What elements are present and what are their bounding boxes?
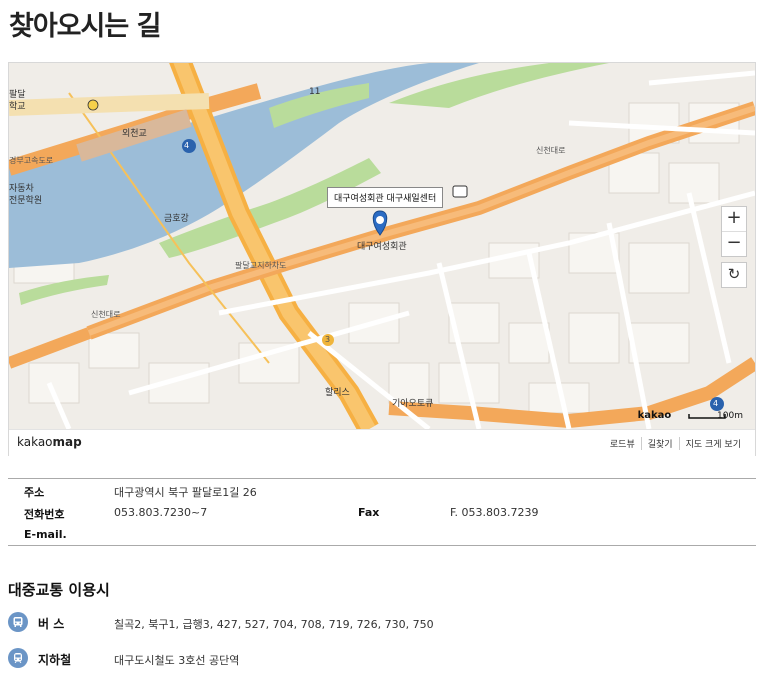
map-label-route-4b: 4 — [713, 399, 719, 408]
zoom-control: + − — [721, 206, 747, 257]
map-scale: kakao 100m — [638, 410, 743, 421]
map-label-bridge: 외천교 — [122, 129, 147, 139]
phone-value: 053.803.7230~7 — [114, 506, 208, 519]
info-row-phone: 전화번호 053.803.7230~7 Fax F. 053.803.7239 — [8, 501, 756, 523]
address-label: 주소 — [24, 486, 45, 499]
address-value: 대구광역시 북구 팔달로1길 26 — [114, 486, 257, 499]
map-canvas[interactable]: 11 금호강 외천교 신천대로 신천대로 경부고속도로 팔달 학교 자동차 전문… — [9, 63, 755, 429]
marker-info-bubble[interactable]: 대구여성회관 대구새일센터 — [327, 187, 444, 208]
map-label-expressway: 경부고속도로 — [9, 156, 54, 165]
view-larger-map-link[interactable]: 지도 크게 보기 — [678, 437, 747, 450]
subway-label: 지하철 — [38, 653, 72, 667]
directions-link[interactable]: 길찾기 — [640, 437, 679, 450]
map-label-road-paldal: 팔달교지하차도 — [235, 261, 287, 270]
contact-info-table: 주소 대구광역시 북구 팔달로1길 26 전화번호 053.803.7230~7… — [8, 478, 756, 546]
info-row-address: 주소 대구광역시 북구 팔달로1길 26 — [8, 479, 756, 501]
map-label-hallis[interactable]: 할리스 — [325, 385, 350, 398]
scale-brand: kakao — [637, 410, 672, 421]
marker-place-label[interactable]: 대구여성회관 — [357, 239, 407, 252]
email-label: E-mail. — [24, 528, 67, 541]
map-footer: kakaomap 로드뷰 길찾기 지도 크게 보기 — [9, 429, 755, 456]
transit-section-title: 대중교통 이용시 — [8, 581, 110, 599]
zoom-in-button[interactable]: + — [722, 207, 746, 231]
scale-distance: 100m — [717, 411, 743, 421]
bus-label: 버 스 — [38, 617, 65, 631]
map-label-kia[interactable]: 기아오토큐 — [392, 396, 433, 409]
info-row-email: E-mail. — [8, 523, 756, 545]
map-label-route-4a: 4 — [184, 141, 190, 150]
fax-label: Fax — [358, 506, 380, 519]
phone-label: 전화번호 — [24, 508, 65, 521]
logo-bold-text: map — [52, 435, 82, 449]
logo-plain-text: kakao — [17, 435, 53, 449]
map-footer-links: 로드뷰 길찾기 지도 크게 보기 — [604, 437, 747, 450]
bus-routes: 칠곡2, 북구1, 급행3, 427, 527, 704, 708, 719, … — [114, 618, 434, 631]
reset-map-button[interactable]: ↻ — [721, 262, 747, 288]
subway-line: 대구도시철도 3호선 공단역 — [114, 654, 240, 667]
map-label-river: 금호강 — [164, 214, 189, 224]
bus-icon — [8, 612, 28, 632]
map-container[interactable]: 11 금호강 외천교 신천대로 신천대로 경부고속도로 팔달 학교 자동차 전문… — [8, 62, 756, 456]
map-label-road-sincheon-top: 신천대로 — [536, 146, 566, 155]
subway-icon — [8, 648, 28, 668]
page-title: 찾아오시는 길 — [9, 11, 161, 42]
map-label-route-11: 11 — [309, 87, 321, 97]
map-label-road-sincheon-left: 신천대로 — [91, 310, 121, 319]
map-label-school-b: 학교 — [9, 102, 26, 112]
map-label-auto-b: 전문학원 — [9, 196, 43, 206]
zoom-out-button[interactable]: − — [722, 231, 746, 256]
fax-value: F. 053.803.7239 — [450, 506, 539, 519]
roadview-link[interactable]: 로드뷰 — [604, 437, 641, 450]
map-label-route-3: 3 — [325, 335, 331, 344]
kakaomap-logo[interactable]: kakaomap — [17, 435, 82, 449]
